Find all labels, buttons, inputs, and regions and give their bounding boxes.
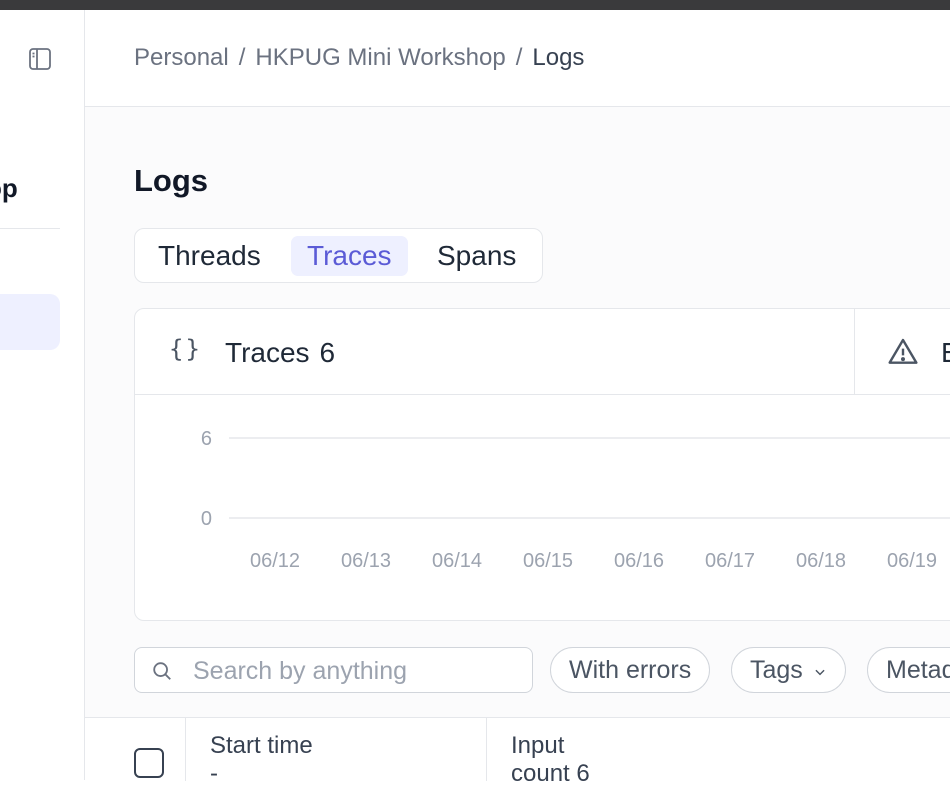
search-box — [134, 647, 533, 693]
column-start-time-summary: - — [210, 760, 218, 787]
traces-label: Traces — [225, 337, 310, 368]
braces-icon: {} — [169, 335, 202, 363]
metadata-label: Metad — [886, 656, 950, 684]
tags-filter-button[interactable]: Tags — [731, 647, 846, 693]
breadcrumb-project[interactable]: HKPUG Mini Workshop — [255, 44, 505, 71]
chart-x-tick-label: 06/19 — [887, 550, 937, 572]
breadcrumb-separator: / — [238, 44, 246, 71]
breadcrumb-separator: / — [515, 44, 523, 71]
errors-metric-label: E — [941, 337, 950, 369]
breadcrumb-current: Logs — [532, 44, 585, 71]
warning-icon — [887, 336, 919, 368]
chart-y-tick-label: 6 — [201, 428, 212, 450]
traces-metric-label: Traces 6 — [225, 337, 335, 369]
sidebar: op — [0, 10, 85, 780]
with-errors-label: With errors — [569, 656, 692, 684]
with-errors-filter-button[interactable]: With errors — [550, 647, 711, 693]
chart-x-tick-label: 06/13 — [341, 550, 391, 572]
traces-count: 6 — [319, 337, 336, 368]
header: Personal / HKPUG Mini Workshop / Logs — [85, 10, 950, 107]
tab-spans[interactable]: Spans — [421, 236, 532, 276]
column-start-time-label: Start time — [210, 732, 313, 759]
chevron-down-icon — [813, 649, 827, 693]
tags-label: Tags — [750, 656, 803, 684]
column-input-summary: count 6 — [511, 760, 590, 787]
chart-x-tick-label: 06/12 — [250, 550, 300, 572]
metadata-filter-button[interactable]: Metad — [867, 647, 950, 693]
chart-y-tick-label: 0 — [201, 508, 212, 530]
errors-metric[interactable]: E — [855, 309, 950, 395]
traces-table-header: Start time - Input count 6 — [85, 717, 950, 787]
column-divider — [185, 718, 186, 781]
chart-x-tick-label: 06/15 — [523, 550, 573, 572]
chart-x-tick-label: 06/17 — [705, 550, 755, 572]
sidebar-toggle-icon[interactable] — [28, 47, 52, 71]
sidebar-item-active[interactable] — [0, 294, 60, 350]
select-all-checkbox[interactable] — [134, 748, 164, 778]
traces-chart-card: {} Traces 6 E 6 0 06/12 06/13 06/14 06/15 06/16… — [134, 308, 950, 621]
window-top-bar — [0, 0, 950, 10]
tab-threads[interactable]: Threads — [142, 236, 277, 276]
breadcrumb: Personal / HKPUG Mini Workshop / Logs — [134, 44, 584, 72]
sidebar-divider — [0, 228, 60, 229]
tab-traces[interactable]: Traces — [291, 236, 408, 276]
search-input[interactable] — [191, 654, 525, 688]
column-input-label: Input — [511, 732, 565, 759]
column-divider — [486, 718, 487, 781]
chart-x-tick-label: 06/18 — [796, 550, 846, 572]
sidebar-project-title: op — [0, 173, 18, 203]
traces-metric[interactable]: {} Traces 6 — [135, 309, 855, 395]
page-title: Logs — [134, 163, 209, 198]
traces-chart: 6 0 06/12 06/13 06/14 06/15 06/16 06/17 06/18 06/… — [201, 428, 950, 572]
main-content: Logs Threads Traces Spans {} Traces 6 E 6… — [85, 107, 950, 787]
search-icon — [151, 660, 173, 682]
view-tabs: Threads Traces Spans — [134, 228, 543, 283]
chart-x-tick-label: 06/14 — [432, 550, 482, 572]
breadcrumb-personal[interactable]: Personal — [134, 44, 229, 71]
chart-x-tick-label: 06/16 — [614, 550, 664, 572]
